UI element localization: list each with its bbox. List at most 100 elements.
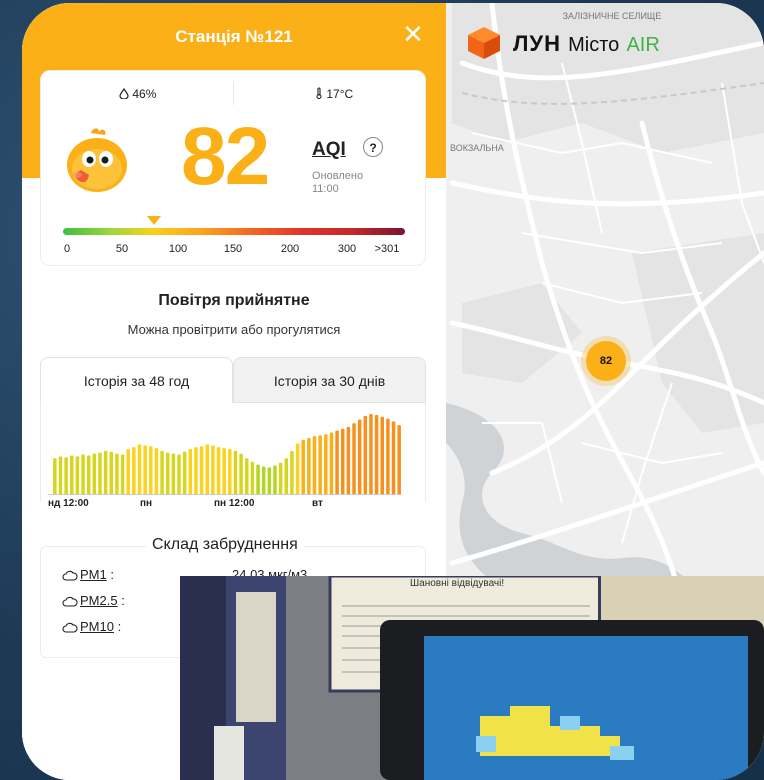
history-bar[interactable] [194,447,198,495]
temperature-stat: 17°C [315,87,353,101]
history-bar[interactable] [380,416,384,495]
history-bar[interactable] [256,464,260,495]
history-bar[interactable] [98,452,102,495]
scale-tick: 300 [337,243,357,255]
pollutant-name[interactable]: PM1 [80,567,107,582]
history-bar[interactable] [233,450,238,495]
history-bar[interactable] [318,435,322,495]
aqi-scale-bar [63,228,405,235]
cloud-icon [62,622,78,633]
history-bar[interactable] [397,425,401,495]
history-bar[interactable] [120,454,125,495]
pollutant-sep: : [113,619,122,634]
history-bar[interactable] [386,418,390,495]
scale-tick: 0 [63,243,71,255]
quality-title: Повітря прийнятне [158,292,310,309]
history-bar[interactable] [177,454,181,495]
history-bar[interactable] [363,415,368,495]
help-icon[interactable]: ? [363,137,383,157]
history-bar[interactable] [357,419,362,495]
tab-history-30d[interactable]: Історія за 30 днів [233,357,426,403]
history-bar[interactable] [340,428,345,495]
history-bar[interactable] [58,456,63,495]
history-bar[interactable] [245,458,249,495]
history-bar[interactable] [115,453,119,495]
humidity-value: 46% [132,87,157,101]
history-bar[interactable] [132,447,136,495]
history-bar[interactable] [182,451,187,495]
pollutant-pm25[interactable]: PM2.5 : [62,593,125,608]
history-bar[interactable] [109,451,114,495]
history-bar[interactable] [81,454,85,495]
chick-mascot-icon [67,128,127,192]
aqi-link[interactable]: AQI [312,139,346,161]
history-bar[interactable] [290,450,294,495]
history-bar[interactable] [149,446,153,495]
scale-tick: >301 [374,243,400,255]
history-bar[interactable] [188,449,193,495]
history-bar[interactable] [205,444,209,495]
map-label-zaliznychne: ЗАЛІЗНИЧНЕ СЕЛИЩЕ [562,11,662,21]
history-bar[interactable] [346,426,351,495]
scale-tick: 100 [168,243,188,255]
cloud-icon [62,596,78,607]
history-bar[interactable] [216,447,221,495]
tab-history-48h[interactable]: Історія за 48 год [40,357,233,403]
history-bar[interactable] [324,434,328,495]
history-bar[interactable] [329,432,334,495]
history-bar[interactable] [75,456,80,495]
history-bar[interactable] [143,445,147,495]
history-bar[interactable] [103,450,108,495]
history-bar[interactable] [126,449,130,495]
history-bar[interactable] [211,445,215,495]
composition-title: Склад забруднення [146,536,304,554]
history-bar[interactable] [70,455,74,495]
history-bar[interactable] [165,452,170,495]
history-bar[interactable] [154,448,159,495]
history-bar[interactable] [267,467,272,495]
brand-wordmark: ЛУН Місто AIR [513,31,660,56]
thermometer-icon [316,87,322,100]
history-bar[interactable] [222,448,226,495]
history-bar[interactable] [250,461,255,495]
photo-overlay: Шановні відвідувачі! [180,576,764,780]
history-bar[interactable] [273,465,277,495]
history-bar[interactable] [391,421,396,495]
history-bar[interactable] [137,444,142,495]
history-bar[interactable] [284,458,289,495]
history-bar[interactable] [352,423,356,495]
quality-advice: Можна провітрити або прогулятися [127,322,341,337]
history-bar[interactable] [335,430,339,495]
history-label: нд 12:00 [48,498,89,509]
history-bar[interactable] [239,453,243,495]
close-icon[interactable]: ✕ [400,21,426,47]
history-bar-chart[interactable] [52,403,402,495]
droplet-icon [119,87,129,100]
history-bar[interactable] [301,439,305,495]
history-bar[interactable] [53,458,57,495]
history-bar[interactable] [228,449,232,495]
map-label-vokzalna: ВОКЗАЛЬНА [450,143,504,153]
history-bar[interactable] [160,450,164,495]
pollutant-pm1[interactable]: PM1 : [62,567,114,582]
history-bar[interactable] [171,453,176,495]
history-bar[interactable] [199,446,204,495]
pollutant-name[interactable]: PM10 [80,619,114,634]
history-bar[interactable] [295,443,300,495]
history-bar[interactable] [86,455,91,495]
station-cluster-marker[interactable]: 82 [586,341,626,381]
history-label: пн [140,498,153,509]
history-bar[interactable] [374,414,379,495]
history-bar[interactable] [278,462,283,495]
pollutant-name[interactable]: PM2.5 [80,593,118,608]
history-bar[interactable] [312,436,317,495]
history-bar[interactable] [261,466,266,495]
history-bar[interactable] [307,437,311,495]
scale-tick: 200 [280,243,300,255]
history-bar[interactable] [369,414,373,495]
pollutant-pm10[interactable]: PM10 : [62,619,121,634]
history-bar[interactable] [64,457,68,495]
scale-tick: 150 [223,243,243,255]
history-bar[interactable] [92,453,97,495]
humidity-stat: 46% [119,87,156,101]
